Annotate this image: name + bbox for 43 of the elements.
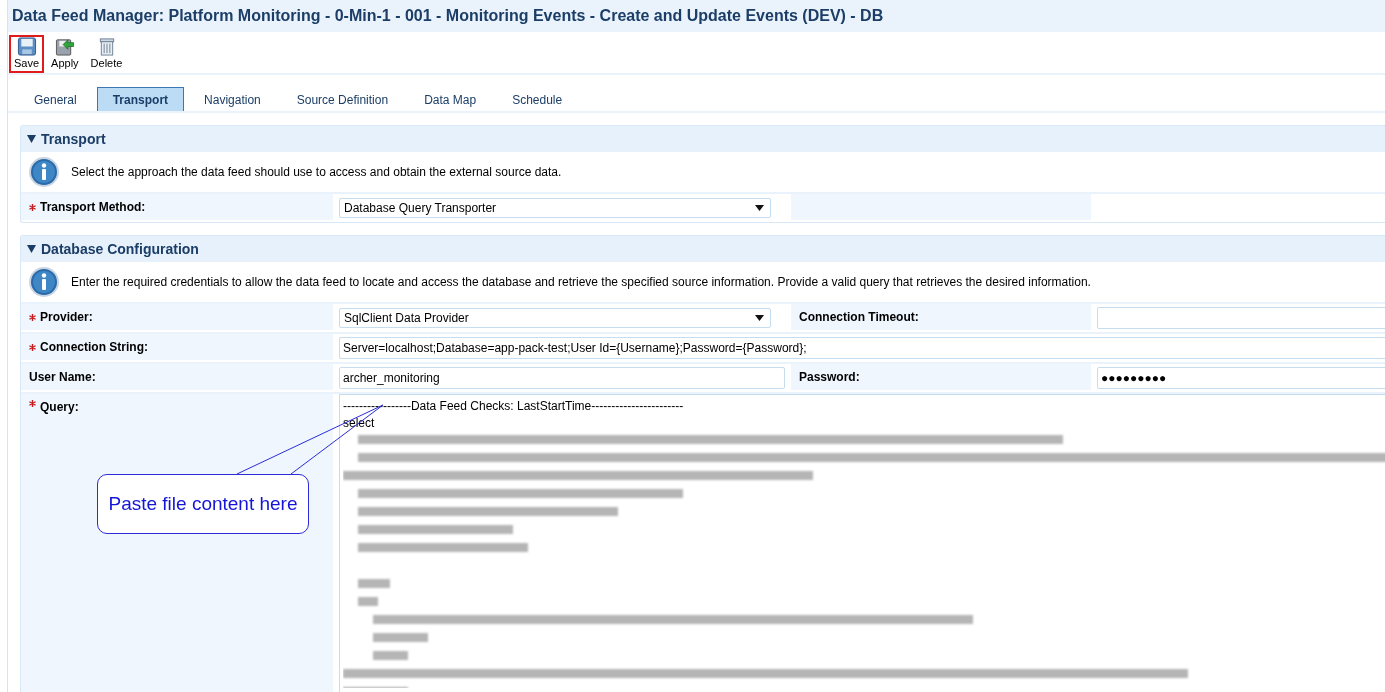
callout-bubble: Paste file content here xyxy=(97,474,309,534)
field-label: Provider: xyxy=(40,310,93,324)
section-header[interactable]: Transport xyxy=(21,126,1385,152)
tab[interactable]: Source Definition xyxy=(280,87,405,111)
text-field[interactable] xyxy=(1097,307,1385,329)
required-icon xyxy=(29,313,36,321)
toolbar-button[interactable]: Delete xyxy=(85,35,128,73)
text-field[interactable]: ●●●●●●●●● xyxy=(1097,367,1385,389)
tab[interactable]: Data Map xyxy=(408,87,493,111)
toolbar-button[interactable]: Apply xyxy=(46,35,84,73)
section-header[interactable]: Database Configuration xyxy=(21,236,1385,262)
section-title: Database Configuration xyxy=(41,241,199,257)
field-label: Connection Timeout: xyxy=(799,310,919,324)
tab[interactable]: Transport xyxy=(96,87,185,111)
text-field[interactable]: archer_monitoring xyxy=(339,367,785,389)
toolbar-button[interactable]: Save xyxy=(9,35,45,73)
caret-icon xyxy=(755,315,764,321)
info-icon xyxy=(29,157,59,187)
field-label: Transport Method: xyxy=(40,200,146,214)
field-label: Password: xyxy=(799,370,860,384)
trash-can-icon xyxy=(97,37,116,56)
required-icon xyxy=(29,343,36,351)
field-label: Connection String: xyxy=(40,340,148,354)
field-label: User Name: xyxy=(29,370,96,384)
query-line: select xyxy=(343,415,376,432)
info-text: Select the approach the data feed should use to access and obtain the external source data. xyxy=(71,165,562,179)
caret-icon xyxy=(755,205,764,211)
info-icon xyxy=(29,267,59,297)
tab[interactable]: Schedule xyxy=(496,87,579,111)
text-field[interactable]: Server=localhost;Database=app-pack-test;User Id={Username};Password={Password}; xyxy=(339,337,1385,359)
window-title: Data Feed Manager: Platform Monitoring - 0-Min-1 - 001 - Monitoring Events - Create and Update Events (DEV) - DB xyxy=(12,7,884,25)
disk-arrow-icon xyxy=(54,37,75,56)
field-label: Query: xyxy=(40,400,79,414)
required-icon xyxy=(29,400,36,407)
required-icon xyxy=(29,203,36,211)
info-text: Enter the required credentials to allow the data feed to locate and access the database and retrieve the specified source information. Provide a valid query that retrieves the desired information. xyxy=(71,275,1091,289)
section-title: Transport xyxy=(41,131,106,147)
query-field[interactable]: -----------------Data Feed Checks: LastStartTime----------------------- select xyxy=(339,394,1385,692)
tab[interactable]: Navigation xyxy=(188,87,277,111)
tab[interactable]: General xyxy=(18,87,93,111)
dropdown-field[interactable]: Database Query Transporter xyxy=(339,198,771,218)
dropdown-field[interactable]: SqlClient Data Provider xyxy=(339,308,771,328)
query-line: -----------------Data Feed Checks: LastStartTime----------------------- xyxy=(343,398,685,415)
